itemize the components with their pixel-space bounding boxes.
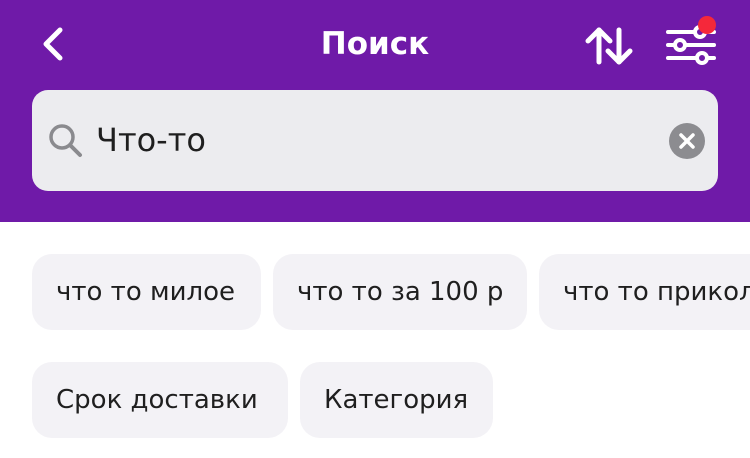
back-button[interactable]: [30, 22, 78, 70]
search-bar[interactable]: [32, 90, 718, 191]
suggestion-chips: что то милое что то за 100 р что то прик…: [0, 222, 750, 458]
suggestion-chip[interactable]: что то за 100 р: [273, 254, 527, 330]
search-icon: [49, 124, 82, 157]
page-title: Поиск: [320, 26, 430, 62]
sort-arrows-icon: [585, 27, 633, 65]
header: Поиск: [0, 0, 750, 222]
filter-chip-delivery-time[interactable]: Срок доставки: [32, 362, 288, 438]
chevron-left-icon: [43, 27, 63, 61]
sort-button[interactable]: [583, 22, 635, 70]
clear-search-button[interactable]: [669, 123, 705, 159]
app-screen: Поиск Что-то что то милое что то за 100 …: [0, 0, 750, 458]
clear-circle-icon: [679, 133, 695, 149]
filter-button[interactable]: [664, 16, 720, 70]
filter-chip-category[interactable]: Категория: [300, 362, 493, 438]
search-input[interactable]: [96, 114, 656, 166]
suggestion-chip[interactable]: что то милое: [32, 254, 261, 330]
suggestion-chip[interactable]: что то прикол: [539, 254, 750, 330]
notification-dot: [698, 16, 716, 34]
